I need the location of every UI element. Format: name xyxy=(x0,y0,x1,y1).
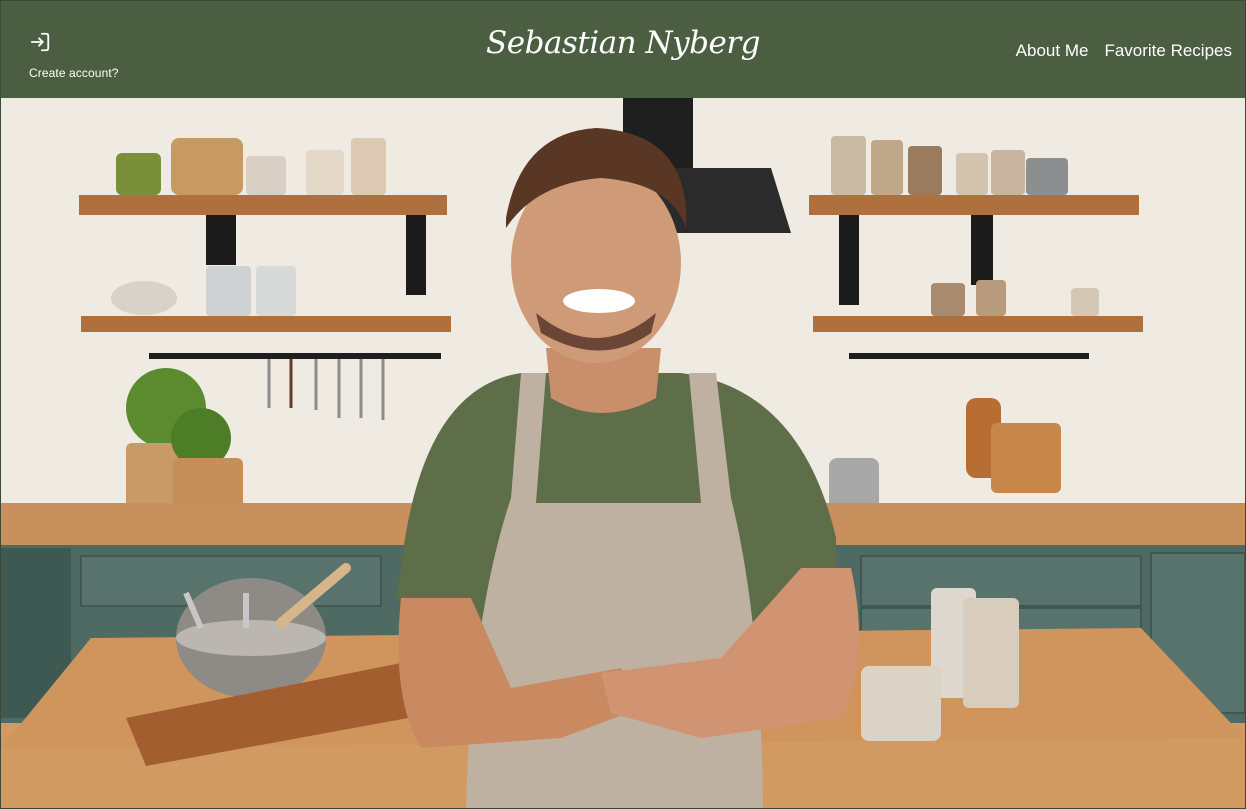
hero-image xyxy=(1,98,1245,808)
page: Create account? Sebastian Nyberg About M… xyxy=(0,0,1246,809)
create-account-link[interactable]: Create account? xyxy=(29,66,119,80)
site-header: Create account? Sebastian Nyberg About M… xyxy=(1,1,1245,98)
nav-favorite-recipes[interactable]: Favorite Recipes xyxy=(1104,41,1232,61)
nav-about-me[interactable]: About Me xyxy=(1016,41,1089,61)
main-nav: About Me Favorite Recipes xyxy=(1016,41,1232,61)
